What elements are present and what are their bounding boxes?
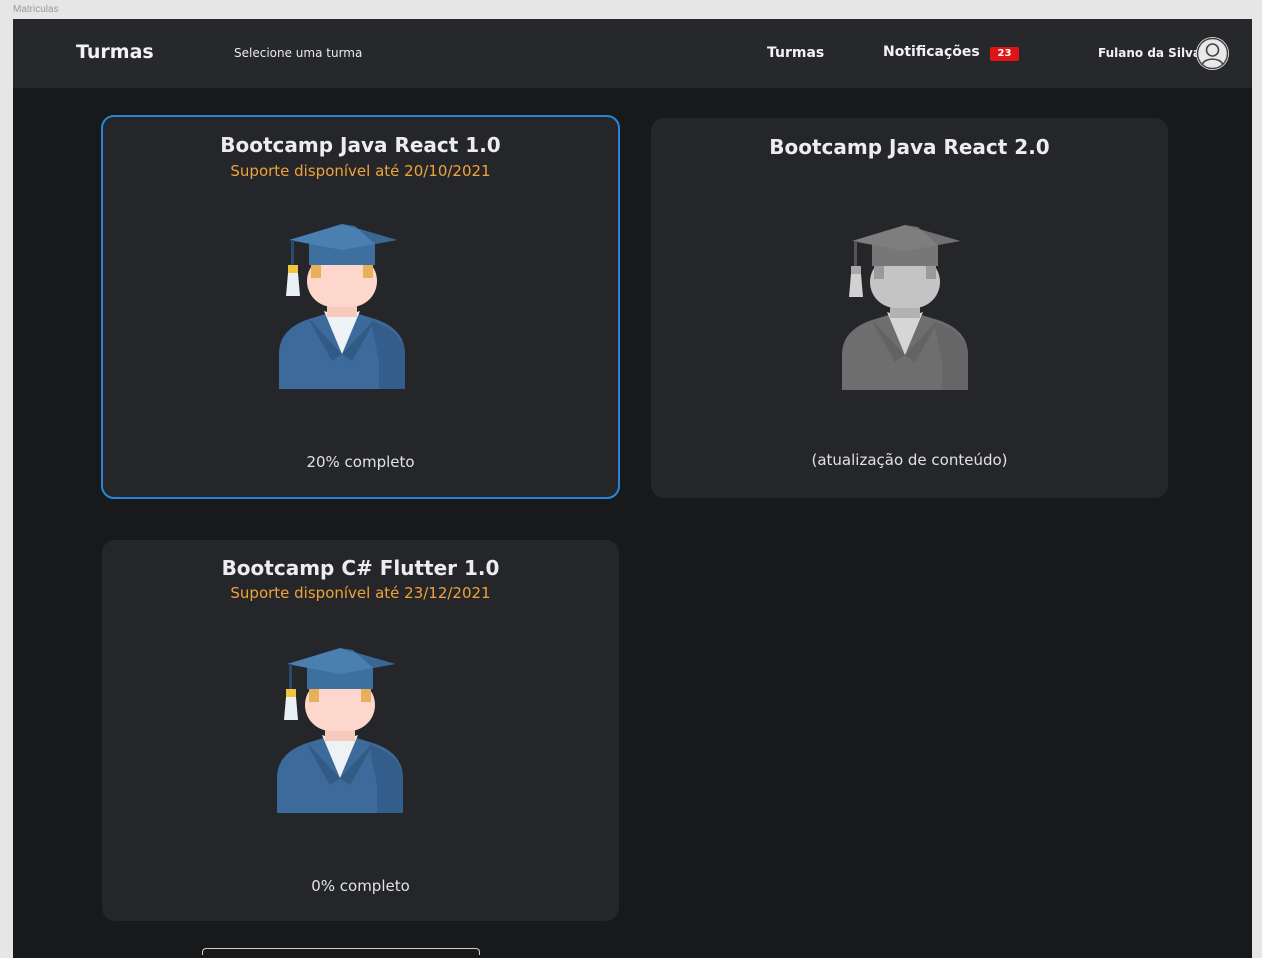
nav-link-turmas[interactable]: Turmas (767, 45, 824, 61)
page-subtitle: Selecione uma turma (234, 46, 363, 60)
course-progress: 0% completo (311, 877, 410, 895)
course-title: Bootcamp Java React 2.0 (769, 135, 1050, 159)
course-title: Bootcamp Java React 1.0 (220, 133, 501, 157)
window-title: Matriculas (13, 4, 59, 15)
graduate-student-icon (275, 221, 409, 393)
user-name[interactable]: Fulano da Silva (1098, 46, 1201, 60)
graduate-student-gray-icon (838, 222, 972, 394)
top-navigation-bar: Turmas Selecione uma turma Turmas Notifi… (13, 19, 1252, 88)
course-status: (atualização de conteúdo) (811, 451, 1008, 469)
course-card-csharp-flutter-1[interactable]: Bootcamp C# Flutter 1.0 Suporte disponív… (102, 540, 619, 921)
course-progress: 20% completo (306, 453, 415, 471)
user-avatar-icon[interactable] (1196, 37, 1229, 70)
course-support-date: Suporte disponível até 23/12/2021 (230, 584, 491, 602)
course-support-date: Suporte disponível até 20/10/2021 (230, 162, 491, 180)
course-card-java-react-2[interactable]: Bootcamp Java React 2.0 (atualização de … (651, 118, 1168, 498)
scrollbar-handle[interactable] (202, 948, 480, 955)
notification-count-badge[interactable]: 23 (990, 47, 1019, 61)
app-window: Turmas Selecione uma turma Turmas Notifi… (13, 19, 1252, 958)
graduate-student-icon (273, 645, 407, 817)
course-title: Bootcamp C# Flutter 1.0 (221, 556, 500, 580)
brand-title[interactable]: Turmas (76, 41, 154, 63)
course-card-java-react-1[interactable]: Bootcamp Java React 1.0 Suporte disponív… (101, 115, 620, 499)
nav-link-notifications[interactable]: Notificações (883, 44, 980, 60)
